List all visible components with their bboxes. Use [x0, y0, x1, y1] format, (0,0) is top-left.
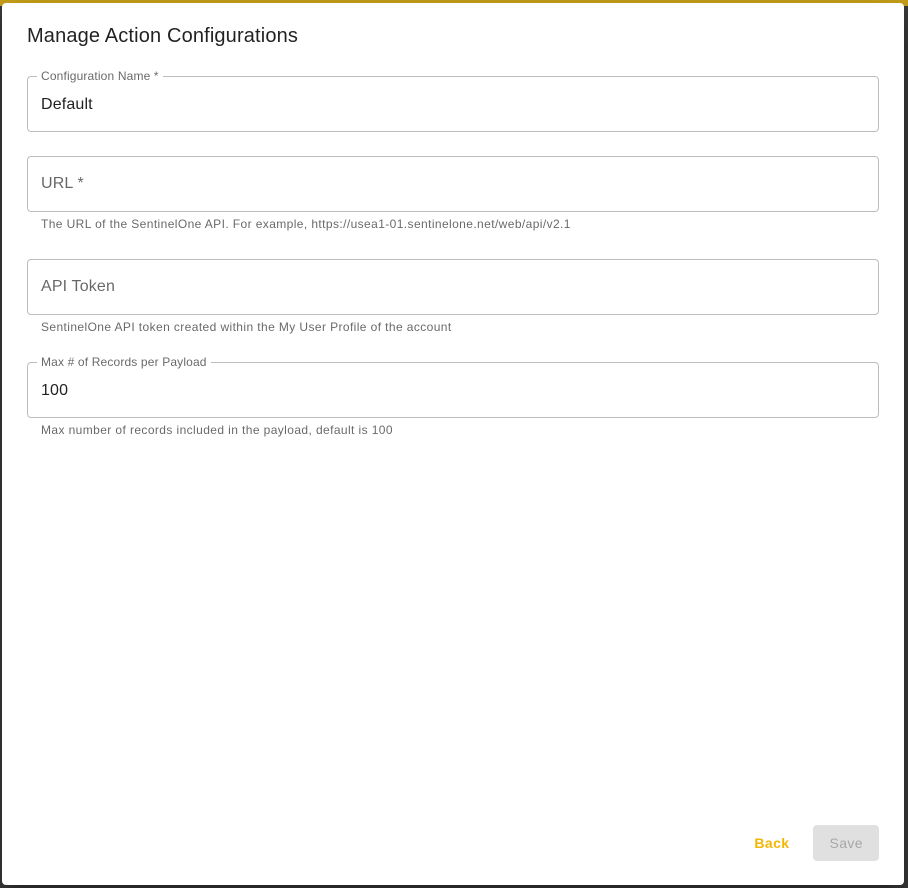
url-helper-text: The URL of the SentinelOne API. For exam…	[41, 217, 571, 231]
max-records-input[interactable]: Max # of Records per Payload 100	[27, 355, 879, 418]
max-records-label: Max # of Records per Payload	[37, 355, 211, 369]
configuration-name-input[interactable]: Configuration Name * Default	[27, 69, 879, 132]
max-records-value: 100	[41, 382, 69, 399]
max-records-field: Max # of Records per Payload 100 Max num…	[27, 355, 879, 437]
back-button[interactable]: Back	[738, 825, 805, 861]
url-label: URL *	[41, 175, 84, 192]
max-records-helper-text: Max number of records included in the pa…	[41, 423, 393, 437]
manage-action-configurations-dialog: Manage Action Configurations Configurati…	[2, 3, 904, 885]
configuration-name-label: Configuration Name *	[37, 69, 163, 83]
url-input[interactable]: URL *	[27, 156, 879, 212]
api-token-field: API Token SentinelOne API token created …	[27, 259, 879, 334]
save-button[interactable]: Save	[813, 825, 879, 861]
api-token-helper-text: SentinelOne API token created within the…	[41, 320, 452, 334]
configuration-name-field: Configuration Name * Default	[27, 69, 879, 132]
url-field: URL * The URL of the SentinelOne API. Fo…	[27, 156, 879, 231]
api-token-input[interactable]: API Token	[27, 259, 879, 315]
dialog-actions: Back Save	[738, 825, 879, 861]
dialog-title: Manage Action Configurations	[27, 25, 299, 47]
api-token-label: API Token	[41, 278, 115, 295]
configuration-name-value: Default	[41, 96, 93, 113]
